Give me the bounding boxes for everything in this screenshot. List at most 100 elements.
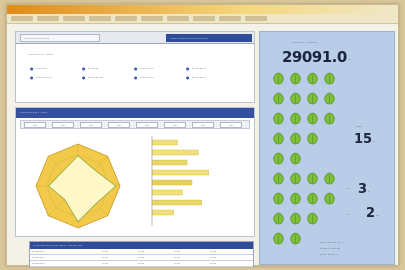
filter-option[interactable]: ········· (134, 66, 154, 72)
table-cell: ····· (210, 261, 217, 266)
toolbar-button[interactable]: ···· (80, 122, 102, 128)
leaf-icon (306, 90, 319, 105)
radar-chart-svg (35, 143, 121, 229)
menu-item[interactable] (115, 16, 137, 21)
menu-item[interactable] (245, 16, 267, 21)
table-row[interactable]: ·········· ····· ····· ····· ····· (30, 261, 253, 267)
stat-label-1: ···· (356, 124, 363, 130)
filter-row-label: ·········· ····· (28, 52, 54, 58)
leaf-icon (272, 190, 285, 205)
menu-bar (7, 14, 398, 24)
panel-tab-strip: ················ ·······················… (16, 32, 254, 44)
tab-secondary[interactable]: ························ (166, 34, 252, 42)
radar-chart (26, 134, 136, 234)
counter-unit: · (348, 57, 351, 64)
leaf-icon-grid (266, 70, 356, 260)
toolbar-button[interactable]: ···· (220, 122, 242, 128)
menu-item[interactable] (219, 16, 241, 21)
leaf-icon (289, 150, 302, 165)
toolbar-button[interactable]: ···· (24, 122, 46, 128)
leaf-icon (306, 110, 319, 125)
tab-primary[interactable]: ················ (20, 34, 100, 42)
chart-toolbar: ···· ···· ···· ···· ···· ···· ···· ···· (20, 120, 250, 129)
leaf-icon (289, 90, 302, 105)
table-cell: ····· (102, 261, 109, 266)
filter-option[interactable]: ·········· (30, 75, 52, 81)
toolbar-button[interactable]: ···· (164, 122, 186, 128)
application-window: ················ ·······················… (6, 4, 399, 267)
bar (151, 159, 188, 166)
toolbar-button[interactable]: ···· (108, 122, 130, 128)
summary-panel: ········ ······· 29091.0 · ···· 15· ·· 3·… (259, 31, 395, 265)
leaf-icon (289, 110, 302, 125)
title-bar (7, 5, 398, 14)
menu-item[interactable] (167, 16, 189, 21)
summary-footnote: ···· ········ ·· · ······· ········ ····… (320, 240, 343, 258)
leaf-icon (306, 70, 319, 85)
leaf-icon (272, 130, 285, 145)
filter-option[interactable]: ········· (186, 66, 206, 72)
analysis-panel: ············ ···· ···· ···· ···· ···· ···· ··… (15, 107, 255, 237)
toolbar-button[interactable]: ···· (136, 122, 158, 128)
toolbar-button[interactable]: ···· (52, 122, 74, 128)
leaf-icon (289, 170, 302, 185)
bar (151, 199, 202, 206)
leaf-icon (306, 170, 319, 185)
filter-option[interactable]: ······· (82, 66, 99, 72)
filter-option[interactable]: ········· (134, 75, 154, 81)
toolbar-button[interactable]: ···· (192, 122, 214, 128)
bar (151, 169, 209, 176)
bar (151, 189, 183, 196)
bar (151, 209, 174, 216)
leaf-icon (272, 90, 285, 105)
menu-item[interactable] (37, 16, 59, 21)
table-cell: ····· (138, 261, 145, 266)
stat-label-3: ·· (346, 212, 350, 218)
leaf-icon (289, 130, 302, 145)
leaf-icon (306, 190, 319, 205)
leaf-icon (272, 70, 285, 85)
leaf-icon (289, 70, 302, 85)
menu-item[interactable] (11, 16, 33, 21)
footnote-line: ····· ······ · (320, 252, 338, 257)
menu-item[interactable] (63, 16, 85, 21)
analysis-panel-header: ············ ···· (16, 108, 254, 118)
leaf-icon (272, 150, 285, 165)
leaf-icon (272, 230, 285, 245)
menu-item[interactable] (141, 16, 163, 21)
bar (151, 149, 199, 156)
table-cell: ·········· (32, 261, 45, 266)
stat-value-1: 15· (354, 132, 375, 147)
bar (151, 139, 178, 146)
filter-option[interactable]: ·········· (82, 75, 104, 81)
menu-item[interactable] (89, 16, 111, 21)
data-table: ·························· ············ … (29, 241, 254, 267)
stat-label-2: ·· (346, 186, 350, 192)
counter-number: 29091.0 (282, 48, 347, 66)
leaf-icon (306, 130, 319, 145)
bar (151, 179, 193, 186)
table-cell: ····· (174, 261, 181, 266)
menu-item[interactable] (193, 16, 215, 21)
leaf-icon (306, 210, 319, 225)
bar-chart-svg (151, 136, 209, 226)
bar-chart (144, 134, 252, 234)
leaf-icon (323, 110, 336, 125)
leaf-icon (289, 210, 302, 225)
leaf-icon (289, 230, 302, 245)
leaf-icon (323, 190, 336, 205)
leaf-icon (323, 70, 336, 85)
filter-option[interactable]: ······· (30, 66, 47, 72)
filter-panel: ················ ·······················… (15, 31, 255, 103)
counter-label: ········ ······· (292, 40, 318, 46)
stat-value-3: 2·· (366, 206, 380, 221)
leaf-icon (323, 170, 336, 185)
filter-option[interactable]: ········· (186, 75, 206, 81)
stat-value-2: 3· (358, 182, 370, 197)
leaf-icon (272, 110, 285, 125)
leaf-icon (323, 90, 336, 105)
leaf-icon (272, 170, 285, 185)
leaf-icon (289, 190, 302, 205)
counter-value: 29091.0 · (282, 48, 351, 66)
table-header: ·························· ············ (30, 242, 253, 249)
